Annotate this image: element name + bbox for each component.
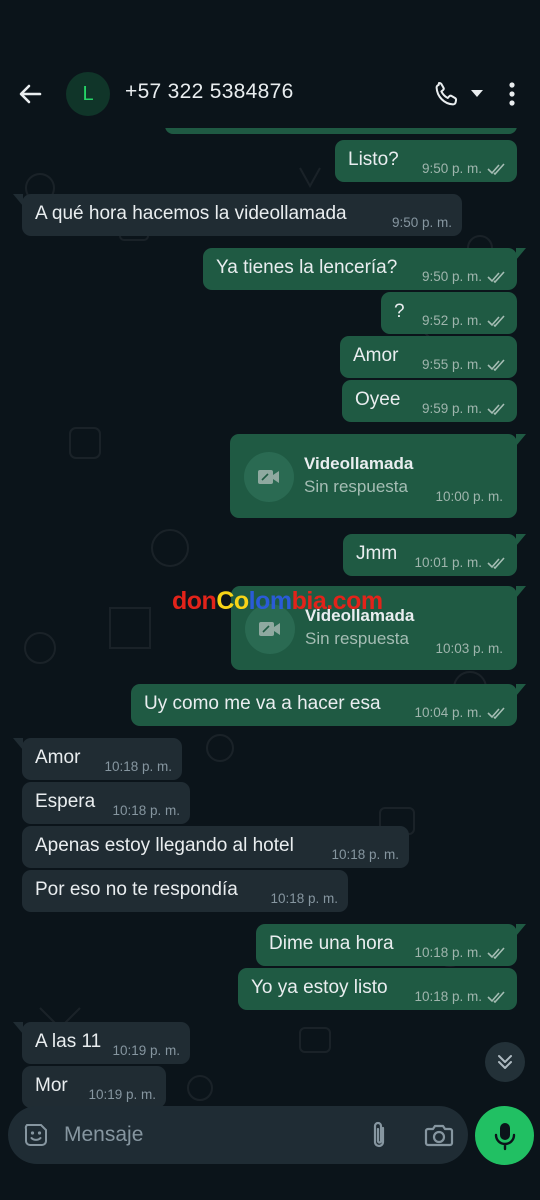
message-text: Dime una hora (269, 933, 394, 954)
message-bubble[interactable]: Jmm 10:01 p. m. (343, 534, 526, 576)
message-bubble[interactable]: Amor 9:55 p. m. (340, 336, 517, 378)
message-text: Jmm (356, 543, 398, 564)
message-meta: 10:18 p. m. (414, 989, 507, 1004)
call-status: Sin respuesta (305, 629, 409, 648)
watermark-logo: donColombia.com (172, 587, 383, 615)
message-meta: 10:19 p. m. (88, 1087, 156, 1102)
call-time: 10:03 p. m. (435, 641, 503, 656)
system-navigation-bar (0, 1170, 540, 1200)
status-bar (0, 0, 540, 60)
message-text: Listo? (348, 149, 399, 170)
message-bubble[interactable]: Yo ya estoy listo 10:18 p. m. (238, 968, 517, 1010)
call-options-caret-icon[interactable] (471, 90, 483, 97)
message-composer (8, 1106, 468, 1164)
message-meta: 9:55 p. m. (422, 357, 507, 372)
message-text: ? (394, 301, 405, 322)
message-meta: 9:52 p. m. (422, 313, 507, 328)
message-bubble[interactable]: ? 9:52 p. m. (381, 292, 517, 334)
message-bubble[interactable]: Oyee 9:59 p. m. (342, 380, 517, 422)
sticker-icon[interactable] (22, 1121, 50, 1149)
chat-header: L +57 322 5384876 (0, 60, 540, 128)
message-text: Apenas estoy llegando al hotel (35, 835, 294, 856)
message-bubble[interactable]: Dime una hora 10:18 p. m. (256, 924, 526, 966)
read-ticks-icon (487, 990, 505, 1003)
read-ticks-icon (487, 556, 505, 569)
back-arrow-icon[interactable] (16, 80, 44, 108)
message-bubble[interactable]: A qué hora hacemos la videollamada 9:50 … (13, 194, 462, 236)
message-meta: 10:04 p. m. (414, 705, 507, 720)
read-ticks-icon (487, 270, 505, 283)
video-camera-icon (258, 470, 279, 484)
message-meta: 9:59 p. m. (422, 401, 507, 416)
message-bubble[interactable]: Listo? 9:50 p. m. (335, 140, 517, 182)
attach-paperclip-icon[interactable] (366, 1120, 392, 1150)
message-meta: 9:50 p. m. (422, 161, 507, 176)
message-text: Amor (35, 747, 81, 768)
call-status: Sin respuesta (304, 477, 408, 496)
message-meta: 10:18 p. m. (112, 803, 180, 818)
call-title: Videollamada (304, 454, 414, 473)
image-message-partial[interactable] (165, 128, 517, 134)
message-meta: 10:18 p. m. (414, 945, 507, 960)
read-ticks-icon (487, 358, 505, 371)
message-text: Por eso no te respondía (35, 879, 238, 900)
message-text: Ya tienes la lencería? (216, 257, 398, 278)
message-text: A qué hora hacemos la videollamada (35, 203, 347, 224)
message-text: Uy como me va a hacer esa (144, 693, 381, 714)
message-bubble[interactable]: Uy como me va a hacer esa 10:04 p. m. (131, 684, 526, 726)
message-meta: 10:18 p. m. (331, 847, 399, 862)
read-ticks-icon (487, 402, 505, 415)
message-text: Mor (35, 1075, 68, 1096)
contact-avatar[interactable]: L (66, 72, 110, 116)
message-bubble[interactable]: A las 11 10:19 p. m. (13, 1022, 190, 1064)
message-meta: 9:50 p. m. (391, 215, 452, 230)
message-text: Oyee (355, 389, 401, 410)
contact-name[interactable]: +57 322 5384876 (125, 80, 294, 104)
message-meta: 9:50 p. m. (422, 269, 507, 284)
camera-icon[interactable] (424, 1121, 454, 1149)
message-text: Amor (353, 345, 399, 366)
message-text: A las 11 (35, 1031, 102, 1052)
read-ticks-icon (487, 162, 505, 175)
read-ticks-icon (487, 706, 505, 719)
message-meta: 10:18 p. m. (104, 759, 172, 774)
microphone-icon (494, 1122, 515, 1150)
message-bubble[interactable]: Ya tienes la lencería? 9:50 p. m. (203, 248, 526, 290)
message-meta: 10:19 p. m. (112, 1043, 180, 1058)
voice-message-button[interactable] (475, 1106, 534, 1165)
message-meta: 10:01 p. m. (414, 555, 507, 570)
message-input[interactable] (64, 1106, 344, 1164)
message-bubble[interactable]: Apenas estoy llegando al hotel 10:18 p. … (22, 826, 409, 868)
chat-area: Listo? 9:50 p. m. A qué hora hacemos la … (0, 128, 540, 1108)
double-chevron-down-icon (498, 1055, 512, 1069)
message-bubble[interactable]: Mor 10:19 p. m. (22, 1066, 166, 1108)
call-time: 10:00 p. m. (435, 489, 503, 504)
phone-call-icon[interactable] (432, 79, 462, 109)
message-text: Yo ya estoy listo (251, 977, 388, 998)
message-meta: 10:18 p. m. (270, 891, 338, 906)
message-bubble[interactable]: Espera 10:18 p. m. (22, 782, 190, 824)
more-options-icon[interactable] (504, 80, 520, 108)
scroll-to-bottom-button[interactable] (485, 1042, 525, 1082)
missed-video-call-card[interactable]: Videollamada Sin respuesta 10:00 p. m. (230, 434, 526, 518)
video-call-icon-wrap (244, 452, 294, 502)
video-camera-icon (259, 622, 280, 636)
message-text: Espera (35, 791, 96, 812)
message-bubble[interactable]: Amor 10:18 p. m. (13, 738, 182, 780)
message-bubble[interactable]: Por eso no te respondía 10:18 p. m. (22, 870, 348, 912)
read-ticks-icon (487, 946, 505, 959)
read-ticks-icon (487, 314, 505, 327)
